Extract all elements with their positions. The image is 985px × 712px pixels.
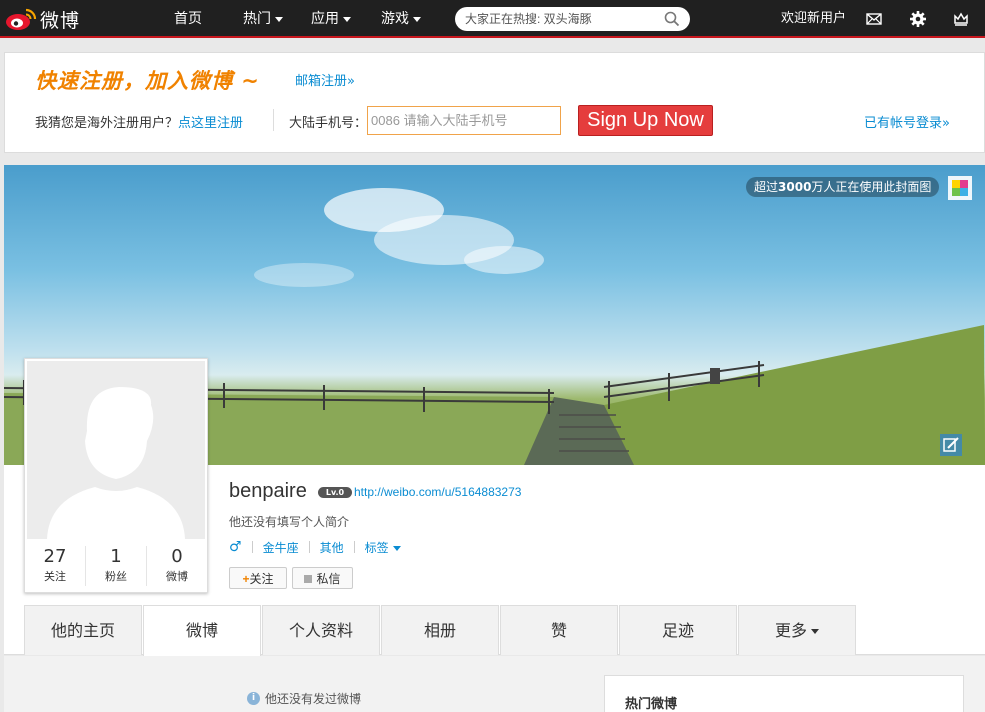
cover-palette-icon[interactable] xyxy=(947,175,973,201)
profile-tabs: 他的主页 微博 个人资料 相册 赞 足迹 更多 xyxy=(4,605,985,656)
avatar[interactable] xyxy=(27,361,205,539)
message-button[interactable]: 私信 xyxy=(292,567,353,589)
constellation-link[interactable]: 金牛座 xyxy=(263,539,299,556)
nav-games[interactable]: 游戏 xyxy=(381,0,421,38)
tags-label: 标签 xyxy=(364,540,389,555)
message-icon xyxy=(304,575,313,584)
follow-button[interactable]: +关注 xyxy=(229,567,287,589)
login-link[interactable]: 已有帐号登录» xyxy=(864,112,950,131)
logo-text: 微博 xyxy=(40,9,81,32)
username: benpaire xyxy=(229,480,307,502)
follow-label: 关注 xyxy=(249,571,274,586)
tab-profile-info[interactable]: 个人资料 xyxy=(262,605,380,655)
tab-footprints[interactable]: 足迹 xyxy=(619,605,737,655)
tab-more[interactable]: 更多 xyxy=(738,605,856,655)
register-title: 快速注册，加入微博 ~ xyxy=(35,69,260,93)
weibo-count[interactable]: 0 微博 xyxy=(147,546,207,586)
email-register-link[interactable]: 邮箱注册» xyxy=(295,70,355,89)
separator xyxy=(353,541,355,553)
overseas-prompt: 我猜您是海外注册用户？ xyxy=(35,116,179,131)
separator xyxy=(308,541,310,553)
count-label: 关注 xyxy=(44,570,66,583)
cover-usage-badge[interactable]: 超过3000万人正在使用此封面图 xyxy=(746,177,940,197)
followers-count[interactable]: 1 粉丝 xyxy=(86,546,147,586)
empty-feed-message: i 他还没有发过微博 xyxy=(247,690,361,707)
count-number: 0 xyxy=(171,546,183,567)
search-box xyxy=(455,7,690,31)
tags-dropdown[interactable]: 标签 xyxy=(365,539,401,556)
nav-apps[interactable]: 应用 xyxy=(311,0,351,38)
profile-header: 超过3000万人正在使用此封面图 27 关注 1 粉丝 0 微博 benpair… xyxy=(4,165,985,605)
tab-home[interactable]: 他的主页 xyxy=(24,605,142,655)
separator xyxy=(251,541,253,553)
count-number: 27 xyxy=(43,546,67,567)
empty-feed-text: 他还没有发过微博 xyxy=(265,692,362,706)
message-label: 私信 xyxy=(316,571,341,586)
divider xyxy=(273,109,274,131)
chevron-down-icon xyxy=(343,16,351,22)
following-count[interactable]: 27 关注 xyxy=(25,546,86,586)
weibo-eye-icon xyxy=(6,8,37,30)
user-meta: ♂ 金牛座 其他 标签 xyxy=(229,539,401,555)
welcome-text[interactable]: 欢迎新用户 xyxy=(781,0,846,38)
chevron-down-icon xyxy=(275,16,283,22)
search-icon[interactable] xyxy=(664,11,680,27)
count-number: 1 xyxy=(110,546,122,567)
gear-icon[interactable] xyxy=(909,10,927,28)
chevron-down-icon xyxy=(392,545,401,551)
info-icon: i xyxy=(247,692,260,705)
count-label: 微博 xyxy=(166,570,188,583)
profile-url-link[interactable]: http://weibo.com/u/5164883273 xyxy=(354,485,521,499)
tab-likes[interactable]: 赞 xyxy=(500,605,618,655)
weibo-logo[interactable]: 微博 xyxy=(4,5,80,33)
chevron-down-icon xyxy=(811,629,819,634)
main-content: i 他还没有发过微博 热门微博 xyxy=(4,656,985,712)
overseas-register-link[interactable]: 点这里注册 xyxy=(178,116,243,131)
avatar-card: 27 关注 1 粉丝 0 微博 xyxy=(24,358,208,593)
user-bio: 他还没有填写个人简介 xyxy=(229,515,350,529)
tab-album[interactable]: 相册 xyxy=(381,605,499,655)
overseas-register-text: 我猜您是海外注册用户？点这里注册 xyxy=(35,112,243,131)
search-input[interactable] xyxy=(465,7,660,31)
chevron-down-icon xyxy=(413,16,421,22)
nav-apps-label: 应用 xyxy=(311,11,339,27)
default-avatar-icon xyxy=(27,361,205,539)
plus-icon: + xyxy=(242,571,250,586)
nav-home[interactable]: 首页 xyxy=(174,0,202,38)
cover-badge-prefix: 超过 xyxy=(754,180,779,194)
male-icon: ♂ xyxy=(229,539,242,555)
register-banner: 快速注册，加入微博 ~ 邮箱注册» 我猜您是海外注册用户？点这里注册 大陆手机号… xyxy=(4,52,985,153)
cover-badge-number: 3000 xyxy=(778,180,812,194)
edit-cover-icon[interactable] xyxy=(939,433,963,457)
cover-badge-suffix: 万人正在使用此封面图 xyxy=(811,180,932,194)
hot-weibo-title: 热门微博 xyxy=(625,697,678,712)
level-badge[interactable]: Lv.0 xyxy=(318,487,352,498)
nav-hot[interactable]: 热门 xyxy=(243,0,283,38)
hot-weibo-panel: 热门微博 xyxy=(604,675,964,712)
tab-weibo[interactable]: 微博 xyxy=(143,605,261,656)
phone-label: 大陆手机号： xyxy=(289,116,368,131)
sign-up-button[interactable]: Sign Up Now xyxy=(578,105,713,136)
top-nav-bar: 微博 首页 热门 应用 游戏 欢迎新用户 xyxy=(0,0,985,38)
mail-icon[interactable] xyxy=(865,10,883,28)
count-stats: 27 关注 1 粉丝 0 微博 xyxy=(25,540,207,592)
nav-hot-label: 热门 xyxy=(243,11,271,27)
count-label: 粉丝 xyxy=(105,570,127,583)
nav-games-label: 游戏 xyxy=(381,11,409,27)
crown-icon[interactable] xyxy=(952,10,970,28)
phone-field[interactable] xyxy=(367,106,561,135)
tab-more-label: 更多 xyxy=(774,621,807,640)
other-link[interactable]: 其他 xyxy=(320,539,344,556)
